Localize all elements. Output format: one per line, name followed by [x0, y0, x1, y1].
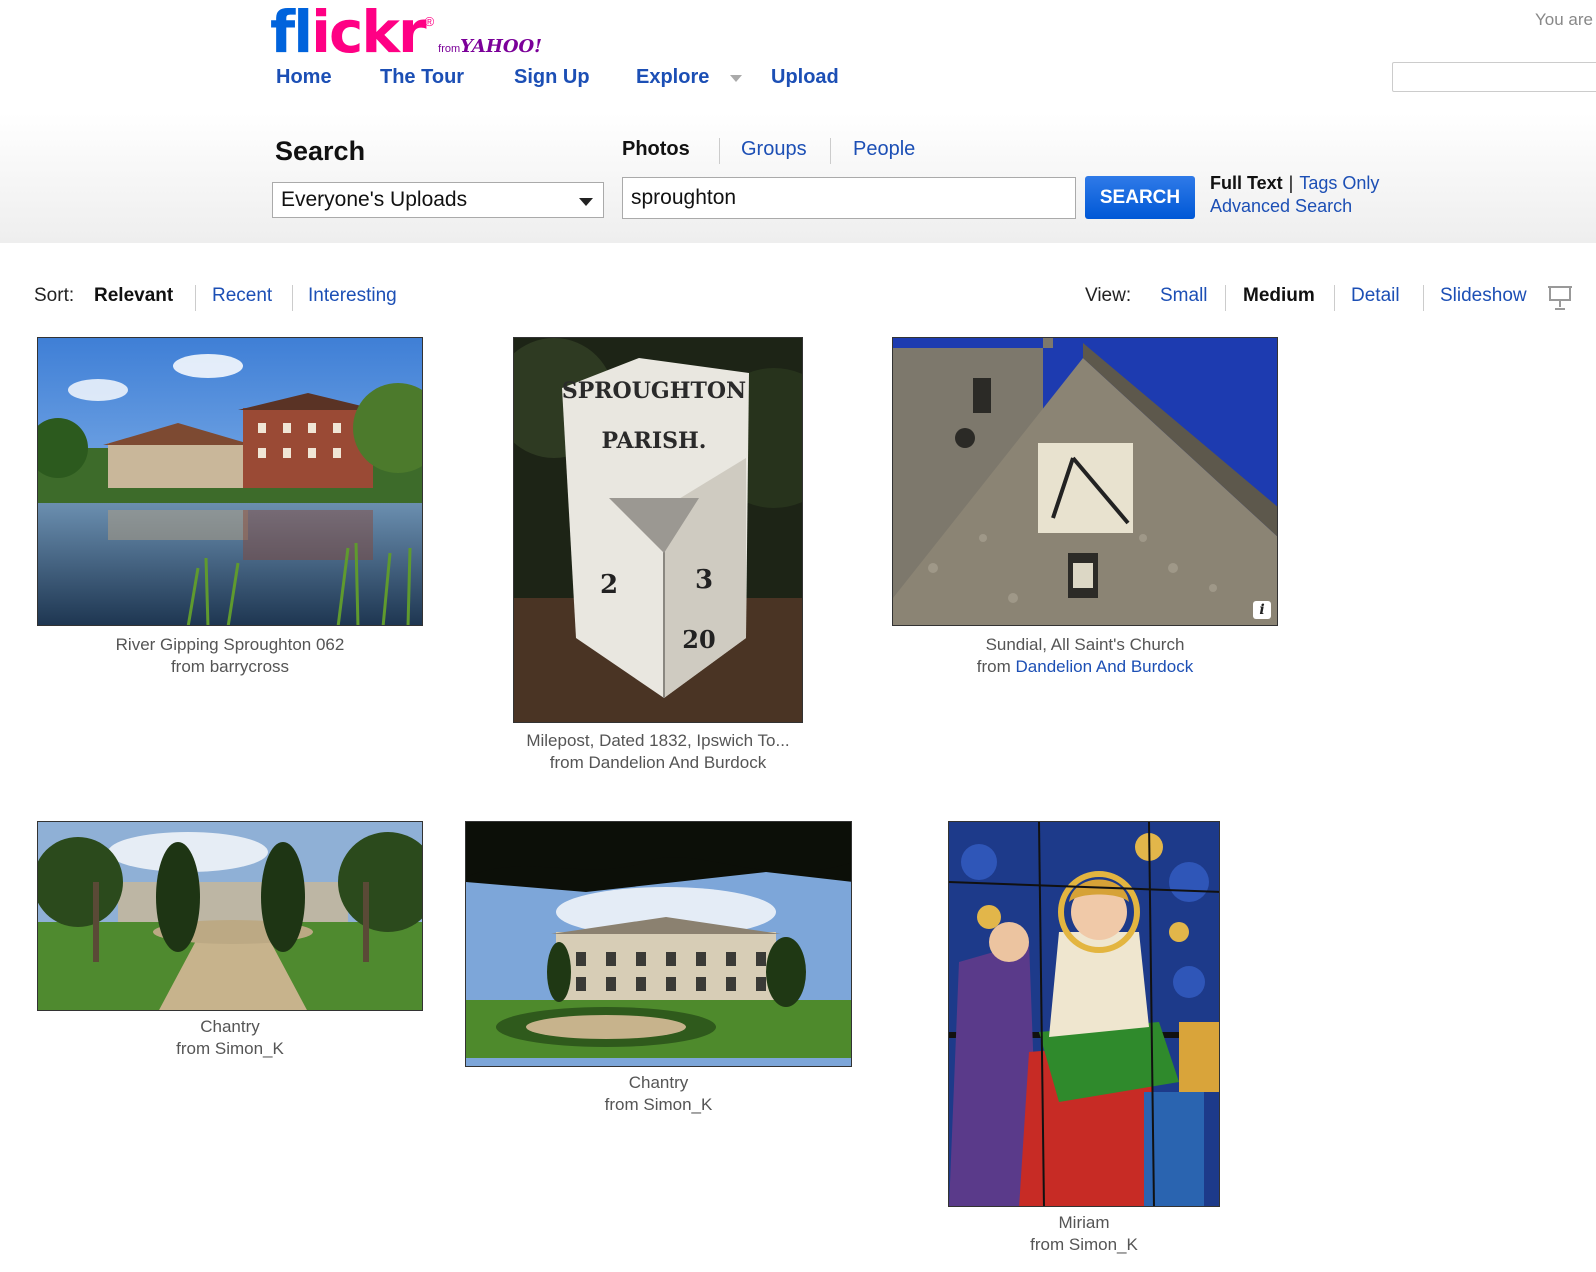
photo-owner[interactable]: Dandelion And Burdock [1016, 657, 1194, 676]
nav-home[interactable]: Home [276, 66, 332, 89]
full-text-option[interactable]: Full Text [1210, 173, 1283, 193]
sort-divider [195, 285, 196, 311]
advanced-search-link[interactable]: Advanced Search [1210, 196, 1352, 217]
tab-divider [719, 138, 720, 164]
sort-interesting[interactable]: Interesting [308, 285, 397, 307]
tab-people[interactable]: People [853, 138, 915, 161]
view-divider [1334, 285, 1335, 311]
svg-text:20: 20 [682, 625, 715, 654]
photo-thumbnail-3[interactable]: i [892, 337, 1278, 626]
photo-thumbnail-6[interactable] [948, 821, 1220, 1207]
photo-thumbnail-4[interactable] [37, 821, 423, 1011]
photo-owner-line: from Simon_K [934, 1234, 1234, 1256]
photo-thumbnail-2[interactable]: SPROUGHTON PARISH. 2 3 20 [513, 337, 803, 723]
photo-caption-5: Chantry from Simon_K [465, 1072, 852, 1116]
dropdown-arrow-icon [579, 198, 593, 206]
milepost-photo-icon: SPROUGHTON PARISH. 2 3 20 [514, 338, 802, 722]
search-mode: Full Text | Tags Only [1210, 173, 1379, 194]
stained-glass-photo-icon [949, 822, 1219, 1206]
photo-owner-line: from Dandelion And Burdock [493, 752, 823, 774]
photo-thumbnail-5[interactable] [465, 821, 852, 1067]
photo-title[interactable]: Sundial, All Saint's Church [892, 634, 1278, 656]
photo-owner[interactable]: barrycross [210, 657, 289, 676]
photo-title[interactable]: Milepost, Dated 1832, Ipswich To... [493, 730, 823, 752]
milepost-mid-text: PARISH. [602, 428, 707, 454]
search-scope-select[interactable]: Everyone's Uploads [272, 182, 604, 218]
search-button[interactable]: SEARCH [1085, 176, 1195, 219]
registered-mark-icon: ® [424, 14, 435, 29]
info-icon[interactable]: i [1253, 601, 1271, 619]
svg-text:3: 3 [695, 565, 713, 595]
photo-caption-3: Sundial, All Saint's Church from Dandeli… [892, 634, 1278, 678]
svg-text:2: 2 [600, 570, 618, 600]
photo-owner[interactable]: Dandelion And Burdock [589, 753, 767, 772]
church-sundial-photo-icon [893, 338, 1277, 625]
nav-sign-up[interactable]: Sign Up [514, 66, 590, 89]
photo-title[interactable]: River Gipping Sproughton 062 [37, 634, 423, 656]
signin-status: You are [1535, 10, 1593, 29]
view-label: View: [1085, 285, 1132, 306]
yahoo-logo: YAHOO! [460, 36, 543, 57]
river-mill-photo-icon [38, 338, 422, 625]
flickr-logo[interactable]: flickr®fromYAHOO! [270, 2, 542, 62]
explore-chevron-down-icon[interactable] [730, 75, 742, 82]
photo-title[interactable]: Chantry [37, 1016, 423, 1038]
photo-owner[interactable]: Simon_K [643, 1095, 712, 1114]
sort-relevant[interactable]: Relevant [94, 285, 173, 307]
sort-label: Sort: [34, 285, 75, 306]
header-search-input[interactable] [1392, 62, 1596, 92]
logo-ickr: ickr [311, 0, 426, 66]
view-divider [1225, 285, 1226, 311]
tab-divider [830, 138, 831, 164]
nav-upload[interactable]: Upload [771, 66, 839, 89]
tab-groups[interactable]: Groups [741, 138, 807, 161]
slideshow-icon[interactable] [1548, 284, 1572, 310]
photo-thumbnail-1[interactable] [37, 337, 423, 626]
search-input[interactable] [622, 177, 1076, 219]
photo-owner[interactable]: Simon_K [1069, 1235, 1138, 1254]
scope-selected-value: Everyone's Uploads [281, 188, 468, 211]
search-title: Search [275, 136, 366, 166]
photo-owner-line: from Simon_K [37, 1038, 423, 1060]
photo-owner-line: from Simon_K [465, 1094, 852, 1116]
from-label: from [1030, 1235, 1065, 1254]
sort-recent[interactable]: Recent [212, 285, 272, 307]
mode-divider: | [1288, 173, 1294, 193]
logo-from: from [438, 43, 461, 55]
sort-divider [292, 285, 293, 311]
photo-caption-4: Chantry from Simon_K [37, 1016, 423, 1060]
nav-explore[interactable]: Explore [636, 66, 709, 89]
from-label: from [176, 1039, 211, 1058]
nav-the-tour[interactable]: The Tour [380, 66, 464, 89]
tab-photos[interactable]: Photos [622, 138, 690, 161]
view-divider [1423, 285, 1424, 311]
photo-owner-line: from Dandelion And Burdock [892, 656, 1278, 678]
view-small[interactable]: Small [1160, 285, 1208, 307]
milepost-top-text: SPROUGHTON [562, 378, 746, 404]
photo-owner[interactable]: Simon_K [215, 1039, 284, 1058]
tags-only-link[interactable]: Tags Only [1299, 173, 1379, 193]
view-slideshow[interactable]: Slideshow [1440, 285, 1527, 307]
from-label: from [976, 657, 1011, 676]
view-detail[interactable]: Detail [1351, 285, 1400, 307]
photo-owner-line: from barrycross [37, 656, 423, 678]
photo-title[interactable]: Miriam [934, 1212, 1234, 1234]
from-label: from [170, 657, 205, 676]
photo-caption-1: River Gipping Sproughton 062 from barryc… [37, 634, 423, 678]
view-medium[interactable]: Medium [1243, 285, 1315, 307]
photo-caption-6: Miriam from Simon_K [934, 1212, 1234, 1256]
mansion-photo-icon [466, 822, 851, 1066]
photo-caption-2: Milepost, Dated 1832, Ipswich To... from… [493, 730, 823, 774]
photo-title[interactable]: Chantry [465, 1072, 852, 1094]
from-label: from [604, 1095, 639, 1114]
logo-fl: fl [270, 0, 313, 66]
from-label: from [549, 753, 584, 772]
garden-trees-photo-icon [38, 822, 422, 1010]
